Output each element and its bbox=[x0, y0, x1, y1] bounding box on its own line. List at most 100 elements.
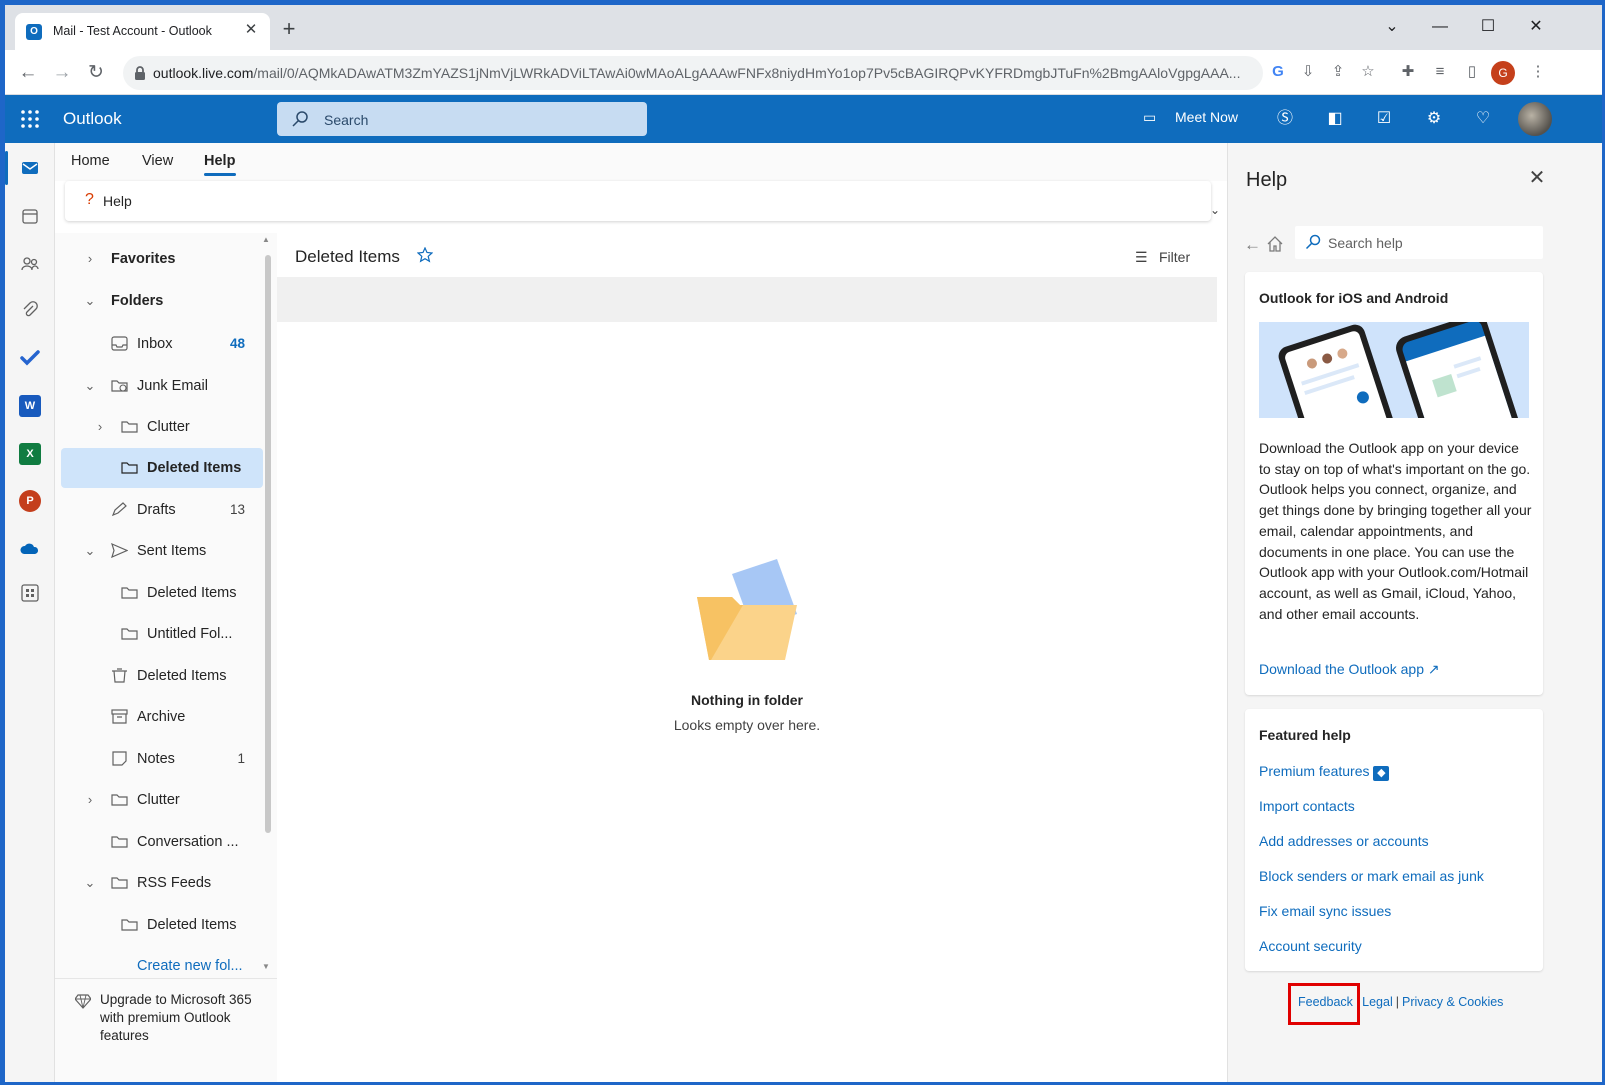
outlook-brand[interactable]: Outlook bbox=[63, 109, 122, 129]
premium-features-link[interactable]: Premium features ◆ bbox=[1259, 763, 1390, 781]
address-bar[interactable]: outlook.live.com/mail/0/AQMkADAwATM3ZmYA… bbox=[123, 56, 1263, 90]
folder-item-deleted-items-selected[interactable]: Deleted Items bbox=[61, 448, 263, 488]
folder-item-clutter-2[interactable]: › Clutter bbox=[61, 780, 261, 820]
rail-active-indicator bbox=[5, 151, 8, 185]
tab-home[interactable]: Home bbox=[71, 153, 110, 169]
mail-icon[interactable] bbox=[20, 158, 40, 178]
word-icon[interactable]: W bbox=[19, 395, 41, 417]
phones-illustration bbox=[1259, 322, 1529, 418]
search-placeholder: Search bbox=[324, 112, 369, 128]
tips-lightbulb-icon[interactable]: ♡ bbox=[1472, 108, 1494, 130]
folder-scroll-down-icon[interactable]: ▼ bbox=[262, 962, 270, 971]
download-app-link[interactable]: Download the Outlook app ↗ bbox=[1259, 661, 1440, 678]
create-new-folder-label: Create new fol... bbox=[137, 958, 243, 974]
account-security-link[interactable]: Account security bbox=[1259, 938, 1362, 954]
folder-scroll-up-icon[interactable]: ▲ bbox=[262, 235, 270, 244]
people-icon[interactable] bbox=[20, 254, 40, 274]
folder-item-inbox[interactable]: Inbox 48 bbox=[61, 324, 261, 364]
window-close-icon[interactable]: ✕ bbox=[1519, 13, 1553, 41]
folder-item-conversation[interactable]: Conversation ... bbox=[61, 822, 261, 862]
chevron-down-icon: ⌄ bbox=[84, 875, 96, 890]
calendar-icon[interactable] bbox=[20, 206, 40, 226]
ribbon-expand-chevron-icon[interactable]: ⌄ bbox=[1210, 203, 1220, 217]
forward-icon[interactable]: → bbox=[47, 58, 77, 88]
folder-label: Conversation ... bbox=[137, 834, 239, 850]
note-icon bbox=[112, 751, 127, 766]
share-icon[interactable]: ⇪ bbox=[1327, 61, 1349, 83]
powerpoint-icon[interactable]: P bbox=[19, 490, 41, 512]
ribbon-help-button[interactable]: Help bbox=[103, 193, 132, 209]
help-home-icon[interactable] bbox=[1266, 235, 1284, 253]
block-senders-link[interactable]: Block senders or mark email as junk bbox=[1259, 868, 1484, 884]
app-launcher-icon[interactable] bbox=[19, 108, 41, 130]
folder-item-notes[interactable]: Notes 1 bbox=[61, 739, 261, 779]
my-day-icon[interactable]: ☑ bbox=[1373, 108, 1395, 130]
tab-close-icon[interactable]: ✕ bbox=[240, 19, 262, 41]
privacy-cookies-link[interactable]: Privacy & Cookies bbox=[1402, 995, 1503, 1009]
filter-button[interactable]: ☰ Filter bbox=[1135, 249, 1190, 266]
fix-sync-link[interactable]: Fix email sync issues bbox=[1259, 903, 1391, 919]
upgrade-banner[interactable]: Upgrade to Microsoft 365 with premium Ou… bbox=[55, 978, 277, 1082]
todo-check-icon[interactable] bbox=[20, 348, 40, 368]
account-avatar[interactable] bbox=[1518, 102, 1552, 136]
office-icon[interactable]: ◧ bbox=[1324, 108, 1346, 130]
help-search-input[interactable]: Search help bbox=[1295, 226, 1543, 259]
premium-features-label: Premium features bbox=[1259, 763, 1370, 779]
new-tab-icon[interactable]: + bbox=[277, 18, 301, 42]
folder-item-rss-deleted[interactable]: Deleted Items bbox=[61, 905, 261, 945]
settings-gear-icon[interactable]: ⚙ bbox=[1423, 108, 1445, 130]
maximize-icon[interactable]: ☐ bbox=[1471, 13, 1505, 41]
folder-item-untitled[interactable]: Untitled Fol... bbox=[61, 614, 261, 654]
import-contacts-link[interactable]: Import contacts bbox=[1259, 798, 1355, 814]
trash-icon bbox=[112, 668, 127, 683]
onedrive-icon[interactable] bbox=[20, 539, 40, 559]
folder-item-clutter[interactable]: › Clutter bbox=[61, 407, 261, 447]
send-icon bbox=[111, 543, 128, 558]
favorites-label: Favorites bbox=[111, 251, 176, 267]
browser-menu-icon[interactable]: ⋮ bbox=[1527, 61, 1549, 83]
favorites-group[interactable]: › Favorites bbox=[61, 239, 261, 279]
tab-view[interactable]: View bbox=[142, 153, 173, 169]
outlook-header: Outlook Search ▭ Meet Now Ⓢ ◧ ☑ ⚙ ♡ bbox=[5, 95, 1602, 143]
meet-now-label: Meet Now bbox=[1175, 109, 1239, 125]
tab-help[interactable]: Help bbox=[204, 153, 235, 169]
search-input[interactable]: Search bbox=[277, 102, 647, 136]
folder-item-sent-deleted[interactable]: Deleted Items bbox=[61, 573, 261, 613]
extensions-puzzle-icon[interactable]: ✚ bbox=[1397, 61, 1419, 83]
side-panel-icon[interactable]: ▯ bbox=[1461, 61, 1483, 83]
reload-icon[interactable]: ↻ bbox=[81, 58, 111, 88]
help-back-icon[interactable]: ← bbox=[1244, 235, 1261, 255]
folder-item-deleted-items[interactable]: Deleted Items bbox=[61, 656, 261, 696]
add-accounts-link[interactable]: Add addresses or accounts bbox=[1259, 833, 1429, 849]
attachment-icon[interactable] bbox=[20, 301, 40, 321]
excel-icon[interactable]: X bbox=[19, 443, 41, 465]
browser-tab[interactable]: O Mail - Test Account - Outlook ✕ bbox=[15, 13, 270, 50]
help-pane: Help ✕ ← Search help Outlook for iOS and… bbox=[1227, 143, 1602, 1082]
junk-folder-icon bbox=[111, 380, 128, 392]
folder-scrollbar[interactable] bbox=[265, 255, 271, 833]
favorite-star-icon[interactable] bbox=[417, 247, 433, 263]
meet-now-button[interactable]: ▭ Meet Now bbox=[1143, 109, 1238, 126]
help-close-icon[interactable]: ✕ bbox=[1526, 167, 1548, 189]
footer-separator: | bbox=[1395, 995, 1399, 1009]
more-apps-icon[interactable] bbox=[20, 583, 40, 603]
profile-avatar[interactable]: G bbox=[1491, 61, 1515, 85]
install-app-icon[interactable]: ⇩ bbox=[1297, 61, 1319, 83]
folder-item-drafts[interactable]: Drafts 13 bbox=[61, 490, 261, 530]
back-icon[interactable]: ← bbox=[13, 58, 43, 88]
folder-item-sent-items[interactable]: ⌄ Sent Items bbox=[61, 531, 261, 571]
folder-item-rss-feeds[interactable]: ⌄ RSS Feeds bbox=[61, 863, 261, 903]
folder-item-archive[interactable]: Archive bbox=[61, 697, 261, 737]
tab-search-chevron-icon[interactable]: ⌄ bbox=[1375, 13, 1409, 41]
reading-list-icon[interactable]: ≡ bbox=[1429, 61, 1451, 83]
folder-label: Untitled Fol... bbox=[147, 626, 233, 642]
folder-item-junk-email[interactable]: ⌄ Junk Email bbox=[61, 366, 261, 406]
archive-icon bbox=[111, 709, 128, 724]
lock-icon bbox=[135, 66, 145, 80]
bookmark-star-icon[interactable]: ☆ bbox=[1357, 61, 1379, 83]
google-icon[interactable]: G bbox=[1267, 61, 1289, 83]
minimize-icon[interactable]: — bbox=[1423, 13, 1457, 41]
legal-link[interactable]: Legal bbox=[1362, 995, 1393, 1009]
skype-icon[interactable]: Ⓢ bbox=[1274, 108, 1296, 130]
folders-group[interactable]: ⌄ Folders bbox=[61, 281, 261, 321]
